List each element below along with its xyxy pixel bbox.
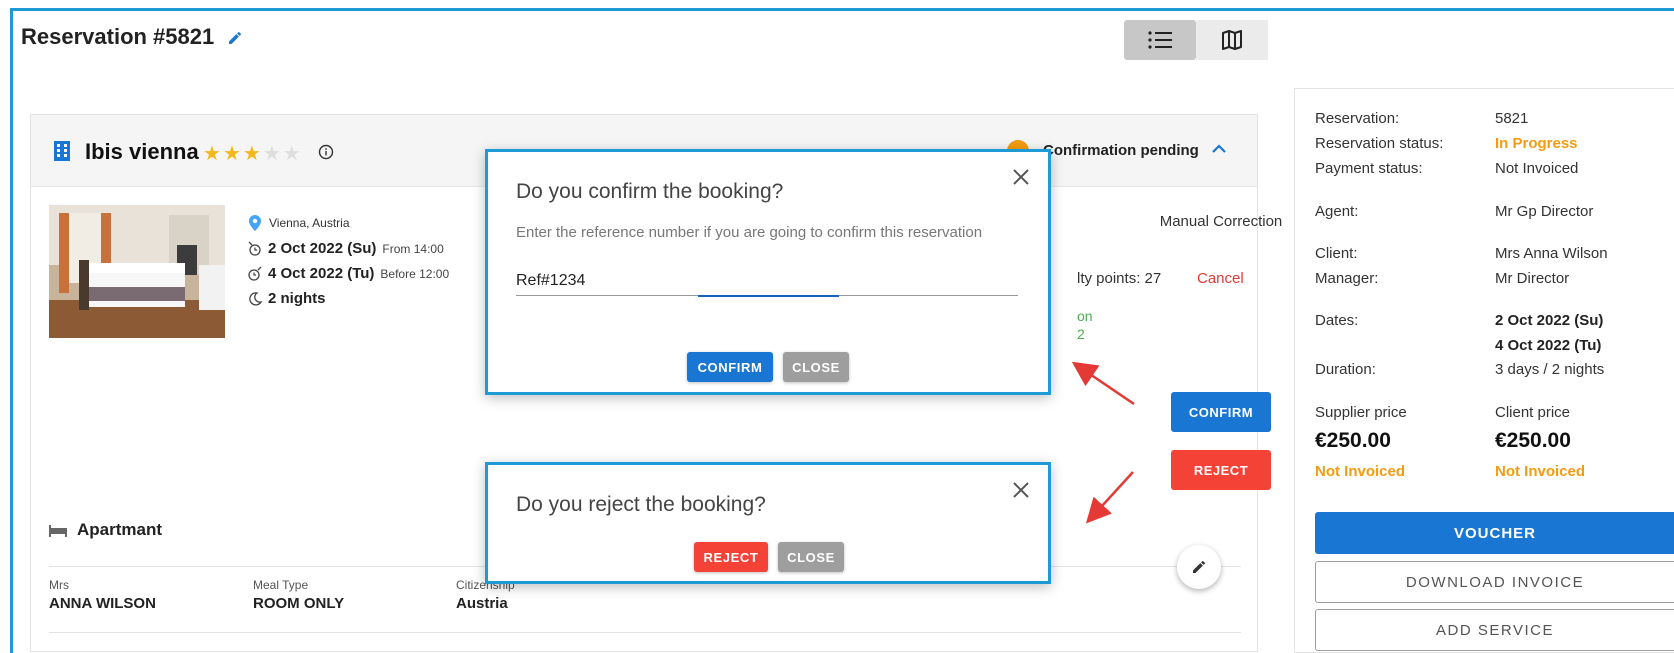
reservation-summary-panel: Reservation: 5821 Reservation status: In… [1294,88,1674,653]
partial-status-text: 2 [1077,326,1085,342]
payment-status-label: Payment status: [1315,160,1423,177]
partial-status-text: on [1077,308,1093,324]
star-icon: ★ [242,143,263,165]
hotel-name: Ibis vienna [85,139,199,164]
client-price-label: Client price [1495,404,1571,421]
duration-label: Duration: [1315,361,1376,378]
dates-label: Dates: [1315,312,1359,329]
citizenship-value: Austria [456,595,508,612]
download-invoice-button[interactable]: DOWNLOAD INVOICE [1315,561,1674,603]
reservation-label: Reservation: [1315,110,1400,127]
view-toggle [1124,20,1268,60]
reservation-status-label: Reservation status: [1315,135,1444,152]
star-icon: ★ [262,143,283,165]
duration-value: 3 days / 2 nights [1495,361,1605,378]
supplier-price-label: Supplier price [1315,404,1407,421]
client-label: Client: [1315,245,1358,262]
meal-type-column: Meal Type ROOM ONLY [253,578,344,612]
meal-type-value: ROOM ONLY [253,595,345,612]
map-icon [1222,30,1242,50]
pencil-icon [1193,560,1206,573]
agent-value: Mr Gp Director [1495,203,1594,220]
manager-value: Mr Director [1495,270,1570,287]
hotel-location: Vienna, Austria [269,216,350,230]
chevron-up-icon[interactable] [1211,143,1227,155]
date-to: 4 Oct 2022 (Tu) [1495,337,1602,354]
client-invoice-status: Not Invoiced [1495,463,1586,480]
map-view-button[interactable] [1196,20,1268,60]
list-icon [1148,31,1172,49]
dialog-title: Do you confirm the booking? [516,180,784,203]
moon-icon [249,291,262,306]
agent-label: Agent: [1315,203,1359,220]
checkin-clock-icon [248,241,261,256]
star-icon: ★ [222,143,243,165]
checkout-date: 4 Oct 2022 (Tu) [268,265,375,282]
voucher-button[interactable]: VOUCHER [1315,512,1674,554]
client-value: Mrs Anna Wilson [1495,245,1608,262]
nights-count: 2 nights [268,290,326,307]
client-price-value: €250.00 [1495,429,1571,452]
confirm-button[interactable]: CONFIRM [1171,392,1271,432]
guest-title-label: Mrs [49,578,69,592]
add-service-button[interactable]: ADD SERVICE [1315,609,1674,651]
reference-number-input[interactable] [516,266,1018,296]
supplier-invoice-status: Not Invoiced [1315,463,1406,480]
close-icon[interactable] [1010,166,1032,188]
star-icon: ★ [203,143,223,165]
info-icon[interactable] [318,144,334,160]
guest-name-column: Mrs ANNA WILSON [49,578,156,612]
checkin-date: 2 Oct 2022 (Su) [268,240,377,257]
star-rating: ★★★★★ [203,141,303,166]
checkin-note: From 14:00 [382,242,444,256]
close-icon[interactable] [1010,479,1032,501]
loyalty-points: lty points: 27 [1077,270,1162,287]
divider [49,632,1241,633]
dialog-confirm-button[interactable]: CONFIRM [687,352,773,382]
checkin-row: 2 Oct 2022 (Su) From 14:00 [248,240,444,257]
reject-booking-dialog: Do you reject the booking? REJECT CLOSE [485,462,1051,584]
edit-fab-button[interactable] [1177,545,1221,589]
dialog-reject-button[interactable]: REJECT [694,542,768,572]
checkout-row: 4 Oct 2022 (Tu) Before 12:00 [248,265,449,282]
list-view-button[interactable] [1124,20,1196,60]
reservation-value: 5821 [1495,110,1529,127]
hotel-room-photo [49,205,225,338]
cancel-link[interactable]: Cancel [1197,270,1244,287]
reservation-status-value: In Progress [1495,135,1578,152]
location-pin-icon [249,215,261,231]
input-focus-indicator [698,295,839,297]
checkout-clock-icon [248,266,262,281]
page-title: Reservation #5821 [21,24,215,49]
reject-button[interactable]: REJECT [1171,450,1271,490]
meal-type-label: Meal Type [253,578,309,592]
bed-icon [49,525,67,537]
dialog-subtitle: Enter the reference number if you are go… [516,224,983,241]
payment-status-value: Not Invoiced [1495,160,1579,177]
star-icon: ★ [282,143,303,165]
status-label: Confirmation pending [1043,142,1199,159]
manager-label: Manager: [1315,270,1379,287]
checkout-note: Before 12:00 [380,267,450,281]
supplier-price-value: €250.00 [1315,429,1391,452]
room-type: Apartmant [77,520,163,539]
confirm-booking-dialog: Do you confirm the booking? Enter the re… [485,149,1051,395]
pencil-icon[interactable] [227,30,243,46]
building-icon [54,141,70,161]
manual-correction-link[interactable]: Manual Correction [1141,209,1301,234]
dialog-close-button[interactable]: CLOSE [778,542,844,572]
nights-row: 2 nights [248,290,326,307]
guest-name: ANNA WILSON [49,595,156,612]
dialog-title: Do you reject the booking? [516,493,766,516]
dialog-close-button[interactable]: CLOSE [783,352,849,382]
date-from: 2 Oct 2022 (Su) [1495,312,1604,329]
